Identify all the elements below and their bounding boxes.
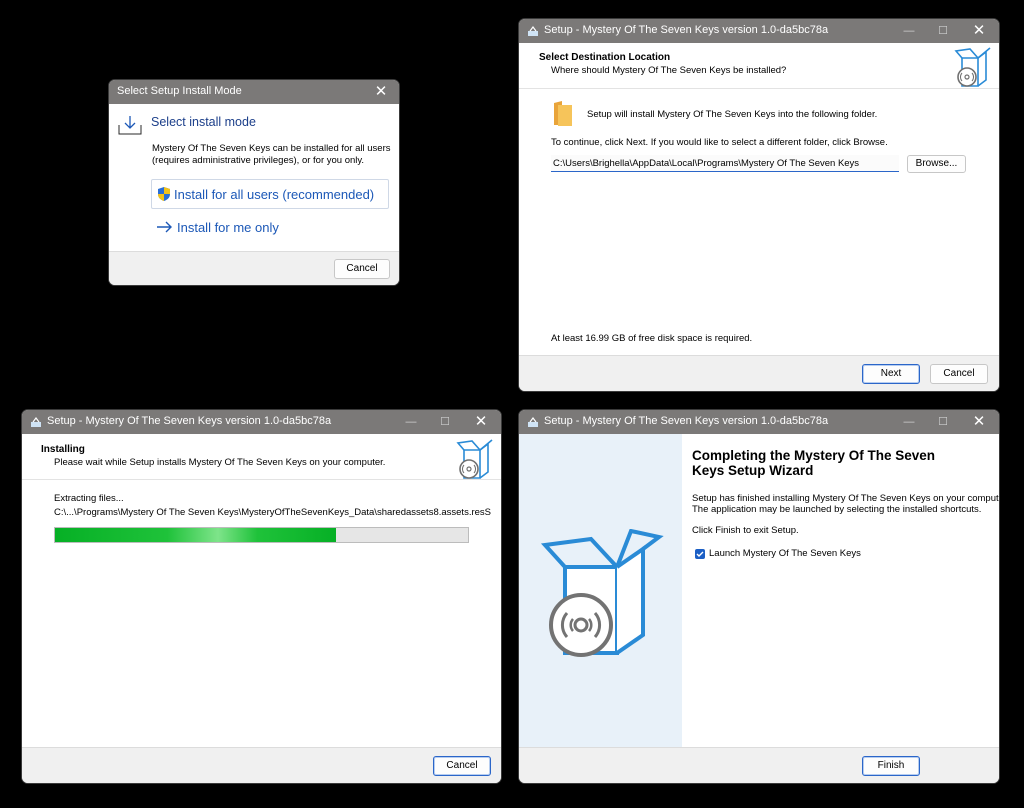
finish-body-line1: Setup has finished installing Mystery Of…: [692, 493, 999, 504]
installing-current-file: C:\...\Programs\Mystery Of The Seven Key…: [54, 507, 491, 518]
destination-heading: Select Destination Location: [539, 52, 671, 63]
finish-window: Setup - Mystery Of The Seven Keys versio…: [519, 410, 999, 783]
destination-close-button[interactable]: ✕: [963, 19, 995, 43]
destination-instruction-text: To continue, click Next. If you would li…: [551, 137, 888, 148]
installing-titlebar[interactable]: Setup - Mystery Of The Seven Keys versio…: [22, 410, 501, 434]
setup-app-icon: [528, 417, 538, 427]
destination-minimize-button[interactable]: —: [893, 19, 925, 43]
destination-title: Setup - Mystery Of The Seven Keys versio…: [544, 24, 829, 36]
finish-body-line3: Click Finish to exit Setup.: [692, 525, 799, 536]
checkmark-icon: [696, 551, 704, 557]
destination-maximize-button[interactable]: ☐: [927, 19, 959, 43]
finish-maximize-button[interactable]: ☐: [927, 410, 959, 434]
destination-path-input[interactable]: [551, 155, 899, 172]
installing-minimize-button[interactable]: —: [395, 410, 427, 434]
destination-subheading: Where should Mystery Of The Seven Keys b…: [551, 65, 787, 76]
uac-shield-icon: [158, 187, 170, 201]
setup-app-icon: [31, 417, 41, 427]
tray-download-icon: [118, 116, 142, 135]
finish-title: Setup - Mystery Of The Seven Keys versio…: [544, 415, 829, 427]
finish-heading-line2: Keys Setup Wizard: [692, 463, 814, 478]
launch-checkbox-row[interactable]: Launch Mystery Of The Seven Keys: [695, 548, 895, 562]
install-all-users-label: Install for all users (recommended): [174, 187, 375, 202]
installing-header-separator: [22, 479, 501, 480]
install-mode-dialog: Select Setup Install Mode ✕ Select insta…: [109, 80, 399, 285]
install-mode-cancel-button[interactable]: Cancel: [334, 259, 390, 279]
destination-browse-button[interactable]: Browse...: [907, 155, 966, 173]
install-all-users-option[interactable]: Install for all users (recommended): [151, 179, 389, 209]
install-mode-close-button[interactable]: ✕: [365, 80, 397, 104]
installing-close-button[interactable]: ✕: [465, 410, 497, 434]
launch-checkbox-label: Launch Mystery Of The Seven Keys: [709, 548, 861, 559]
destination-header-separator: [519, 88, 999, 89]
launch-checkbox[interactable]: [695, 549, 705, 559]
installing-progress-fill: [55, 528, 336, 542]
finish-body-line2: The application may be launched by selec…: [692, 504, 982, 515]
install-mode-footer: Cancel: [109, 251, 399, 285]
setup-app-icon: [528, 26, 538, 36]
destination-disk-space-text: At least 16.99 GB of free disk space is …: [551, 333, 753, 344]
setup-box-disc-icon: [954, 47, 991, 87]
finish-heading-line1: Completing the Mystery Of The Seven: [692, 448, 936, 463]
destination-footer: Next Cancel: [519, 355, 999, 391]
folder-icon: [554, 101, 572, 126]
installing-progress-bar: [54, 527, 469, 543]
install-mode-title: Select Setup Install Mode: [117, 85, 242, 97]
finish-footer: Finish: [519, 747, 999, 783]
install-mode-titlebar[interactable]: Select Setup Install Mode ✕: [109, 80, 399, 104]
finish-side-panel: [519, 434, 682, 748]
installing-maximize-button[interactable]: ☐: [429, 410, 461, 434]
destination-window: Setup - Mystery Of The Seven Keys versio…: [519, 19, 999, 391]
arrow-right-icon: [157, 221, 172, 233]
installing-heading: Installing: [41, 444, 85, 455]
installing-subheading: Please wait while Setup installs Mystery…: [54, 457, 386, 468]
installing-status-text: Extracting files...: [54, 493, 124, 504]
installing-window: Setup - Mystery Of The Seven Keys versio…: [22, 410, 501, 783]
installing-title: Setup - Mystery Of The Seven Keys versio…: [47, 415, 332, 427]
installing-footer: Cancel: [22, 747, 501, 783]
destination-info-text: Setup will install Mystery Of The Seven …: [587, 109, 878, 120]
install-me-only-label: Install for me only: [177, 220, 279, 235]
installing-cancel-button[interactable]: Cancel: [433, 756, 491, 776]
install-mode-description-line1: Mystery Of The Seven Keys can be install…: [152, 143, 391, 154]
destination-titlebar[interactable]: Setup - Mystery Of The Seven Keys versio…: [519, 19, 999, 43]
setup-box-disc-icon: [540, 529, 664, 657]
install-me-only-option[interactable]: Install for me only: [151, 216, 389, 240]
destination-next-button[interactable]: Next: [862, 364, 920, 384]
destination-cancel-button[interactable]: Cancel: [930, 364, 988, 384]
install-mode-description-line2: (requires administrative privileges), or…: [152, 155, 365, 166]
install-mode-heading: Select install mode: [151, 115, 256, 129]
finish-titlebar[interactable]: Setup - Mystery Of The Seven Keys versio…: [519, 410, 999, 434]
finish-minimize-button[interactable]: —: [893, 410, 925, 434]
setup-box-disc-icon: [456, 439, 493, 479]
finish-close-button[interactable]: ✕: [963, 410, 995, 434]
finish-button[interactable]: Finish: [862, 756, 920, 776]
